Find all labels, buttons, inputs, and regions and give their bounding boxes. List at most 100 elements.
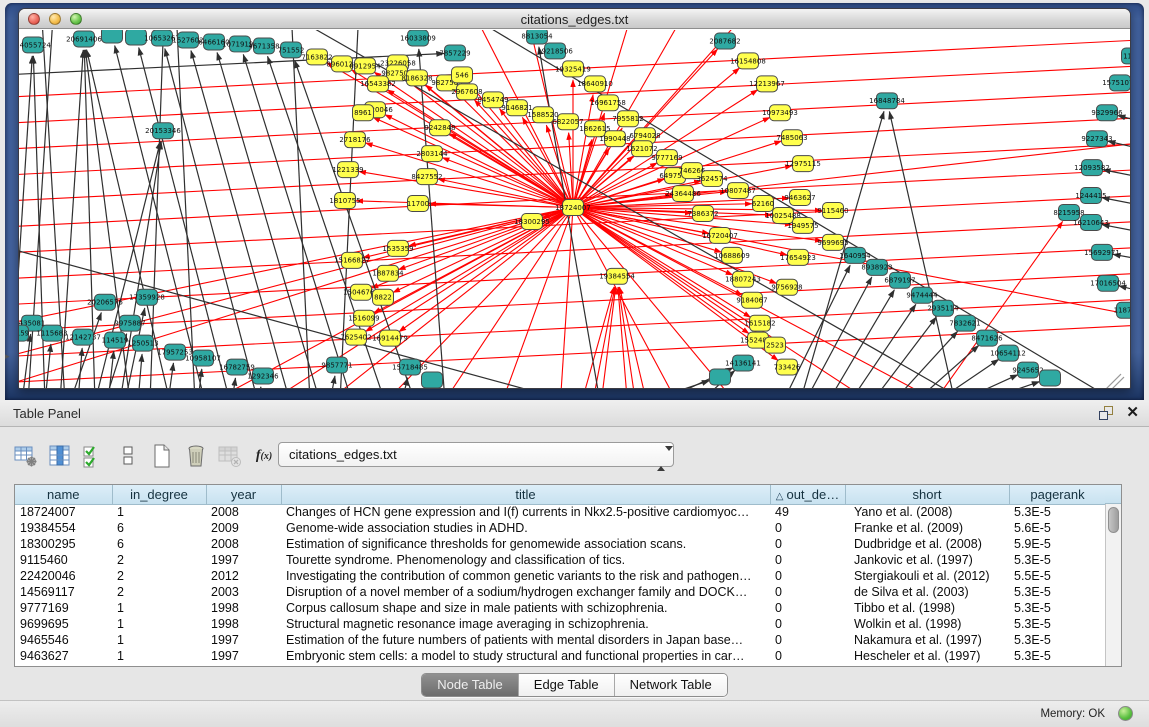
table-row[interactable]: 969969511998Structural magnetic resonanc… <box>15 616 1106 632</box>
window-titlebar[interactable]: citations_edges.txt <box>19 9 1130 29</box>
column-header-pagerank[interactable]: pagerank <box>1009 485 1106 504</box>
table-cell[interactable]: 2008 <box>206 536 281 552</box>
table-cell[interactable]: 1 <box>112 632 206 648</box>
table-cell[interactable]: 2008 <box>206 504 281 520</box>
row-height-icon[interactable] <box>112 440 144 472</box>
table-cell[interactable]: 5.3E-5 <box>1009 632 1106 648</box>
table-vertical-scrollbar[interactable] <box>1105 504 1121 666</box>
table-cell[interactable]: 5.3E-5 <box>1009 584 1106 600</box>
graph-node[interactable]: 24364486 <box>665 186 701 202</box>
table-cell[interactable]: 2009 <box>206 520 281 536</box>
table-cell[interactable]: Genome-wide association studies in ADHD. <box>281 520 770 536</box>
graph-node[interactable]: 15166827 <box>334 252 370 268</box>
graph-node[interactable]: 19218506 <box>537 43 573 59</box>
graph-node[interactable]: 19384554 <box>599 268 635 284</box>
table-cell[interactable]: 14569117 <box>15 584 112 600</box>
table-cell[interactable]: Tibbo et al. (1998) <box>845 600 1009 616</box>
table-cell[interactable]: 6 <box>112 536 206 552</box>
graph-node[interactable]: 10654112 <box>990 345 1026 361</box>
graph-node[interactable]: 9463627 <box>784 190 815 206</box>
graph-node[interactable]: 8961 <box>353 105 374 121</box>
graph-node[interactable]: 114519 <box>102 332 129 348</box>
table-cell[interactable]: 2012 <box>206 568 281 584</box>
table-cell[interactable]: 22420046 <box>15 568 112 584</box>
delete-table-icon[interactable] <box>180 440 212 472</box>
function-builder-icon[interactable]: f(x) <box>248 440 280 472</box>
graph-node[interactable]: 546 <box>452 67 473 83</box>
graph-node[interactable]: 733426 <box>774 359 801 375</box>
table-selector-combobox[interactable]: citations_edges.txt <box>278 442 674 467</box>
table-cell[interactable]: 1998 <box>206 616 281 632</box>
table-row[interactable]: 977716911998Corpus callosum shape and si… <box>15 600 1106 616</box>
table-cell[interactable]: 5.6E-5 <box>1009 520 1106 536</box>
table-cell[interactable]: 2 <box>112 568 206 584</box>
graph-node[interactable]: 11700 <box>407 196 429 212</box>
west-panel-handle[interactable]: ▸ <box>5 351 10 362</box>
table-row[interactable]: 1456911722003Disruption of a novel membe… <box>15 584 1106 600</box>
table-row[interactable]: 946362711997Embryonic stem cells: a mode… <box>15 648 1106 664</box>
table-cell[interactable]: 5.9E-5 <box>1009 536 1106 552</box>
table-cell[interactable]: 5.3E-5 <box>1009 504 1106 520</box>
table-cell[interactable]: Wolkin et al. (1998) <box>845 616 1009 632</box>
table-cell[interactable]: 6 <box>112 520 206 536</box>
graph-node[interactable]: 8427552 <box>411 169 442 185</box>
graph-node[interactable]: 18640910 <box>577 76 613 92</box>
table-cell[interactable]: 0 <box>770 600 845 616</box>
graph-node[interactable]: 9115460 <box>817 203 848 219</box>
graph-node[interactable]: 1535359 <box>382 240 413 256</box>
table-cell[interactable]: 49 <box>770 504 845 520</box>
table-cell[interactable]: 9465546 <box>15 632 112 648</box>
table-row[interactable]: 1872400712008Changes of HCN gene express… <box>15 504 1106 520</box>
table-cell[interactable]: Hescheler et al. (1997) <box>845 648 1009 664</box>
table-cell[interactable]: 9115460 <box>15 552 112 568</box>
graph-node[interactable]: 17359928 <box>129 289 165 305</box>
select-column-icon[interactable] <box>44 440 76 472</box>
table-cell[interactable]: 0 <box>770 632 845 648</box>
graph-node[interactable]: 8822 <box>373 289 394 305</box>
table-cell[interactable]: Disruption of a novel member of a sodium… <box>281 584 770 600</box>
graph-node[interactable]: 16154808 <box>730 53 766 69</box>
float-panel-icon[interactable] <box>1097 405 1115 423</box>
graph-node[interactable]: 1221339 <box>332 162 363 178</box>
table-cell[interactable]: Changes of HCN gene expression and I(f) … <box>281 504 770 520</box>
graph-node[interactable]: 1887834 <box>372 265 404 281</box>
tab-network-table[interactable]: Network Table <box>614 674 727 696</box>
table-cell[interactable]: 1 <box>112 600 206 616</box>
table-cell[interactable]: 0 <box>770 616 845 632</box>
graph-node[interactable]: 118753 <box>1114 302 1130 318</box>
graph-node[interactable]: 16961758 <box>590 95 626 111</box>
graph-node[interactable]: 14055724 <box>19 37 51 53</box>
column-header-title[interactable]: title <box>281 485 770 504</box>
column-header-year[interactable]: year <box>206 485 281 504</box>
graph-node[interactable]: 9242848 <box>424 120 455 136</box>
table-cell[interactable]: 0 <box>770 536 845 552</box>
table-row[interactable]: 1938455462009Genome-wide association stu… <box>15 520 1106 536</box>
table-cell[interactable]: Yano et al. (2008) <box>845 504 1009 520</box>
graph-node[interactable] <box>1040 370 1061 386</box>
graph-node[interactable]: 17016504 <box>1090 275 1126 291</box>
graph-node[interactable]: 7857229 <box>439 45 470 61</box>
graph-node[interactable]: 15751074 <box>1102 75 1130 91</box>
graph-node[interactable]: 16033809 <box>400 30 436 46</box>
table-cell[interactable]: 1997 <box>206 648 281 664</box>
table-row[interactable]: 946554611997Estimation of the future num… <box>15 632 1106 648</box>
column-header-out_de[interactable]: △out_de… <box>770 485 845 504</box>
tab-edge-table[interactable]: Edge Table <box>518 674 614 696</box>
graph-node[interactable]: 7955812 <box>612 111 643 127</box>
graph-node[interactable] <box>102 30 123 43</box>
graph-node[interactable]: 9474444 <box>906 287 938 303</box>
column-header-name[interactable]: name <box>15 485 112 504</box>
graph-node[interactable]: 2718176 <box>339 132 370 148</box>
table-cell[interactable]: 9777169 <box>15 600 112 616</box>
table-cell[interactable]: 1997 <box>206 632 281 648</box>
table-cell[interactable]: Embryonic stem cells: a model to study s… <box>281 648 770 664</box>
table-cell[interactable]: 9463627 <box>15 648 112 664</box>
table-cell[interactable]: 5.3E-5 <box>1009 600 1106 616</box>
graph-node[interactable] <box>422 372 443 388</box>
table-row[interactable]: 2242004622012Investigating the contribut… <box>15 568 1106 584</box>
table-cell[interactable]: 1 <box>112 504 206 520</box>
graph-node[interactable]: 16720407 <box>702 227 738 243</box>
table-cell[interactable]: 0 <box>770 648 845 664</box>
graph-node[interactable]: 20153346 <box>145 123 181 139</box>
graph-node[interactable]: 10807487 <box>720 183 756 199</box>
